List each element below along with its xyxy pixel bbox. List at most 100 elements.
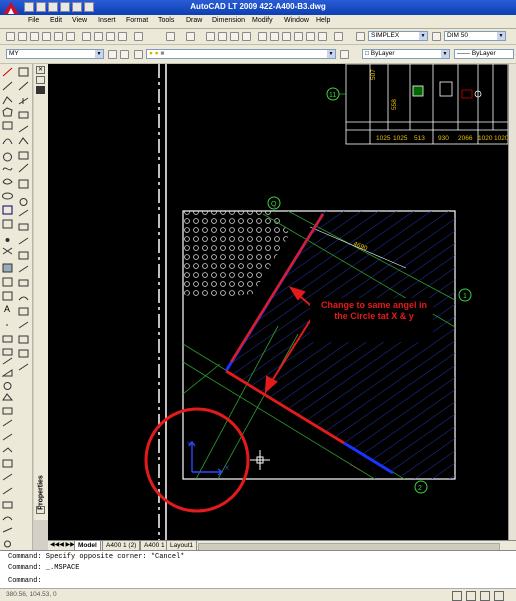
pan-icon[interactable] bbox=[206, 32, 215, 41]
copy-icon[interactable] bbox=[94, 32, 103, 41]
ucs-y-label: Y bbox=[187, 442, 191, 448]
standard-toolbar: SIMPLEX ▼ DIM 50 ▼ bbox=[0, 29, 516, 45]
grid-label-1: 1 bbox=[463, 293, 467, 300]
chevron-down-icon: ▼ bbox=[497, 32, 505, 40]
workspace-select[interactable]: MY ▼ bbox=[6, 49, 104, 59]
modify-tools-icons[interactable] bbox=[16, 64, 31, 600]
properties-palette[interactable]: ✕ Properties bbox=[34, 64, 49, 520]
block-editor-icon[interactable] bbox=[134, 32, 143, 41]
undo-icon[interactable] bbox=[166, 32, 175, 41]
preview-icon[interactable] bbox=[54, 32, 63, 41]
text-style-value: SIMPLEX bbox=[371, 32, 400, 39]
vertical-scrollbar[interactable] bbox=[508, 64, 516, 540]
cut-icon[interactable] bbox=[82, 32, 91, 41]
color-select[interactable]: □ ByLayer ▼ bbox=[362, 49, 450, 59]
ucs-x-label: X bbox=[225, 466, 229, 472]
status-bar: 380.56, 104.53, 0 bbox=[0, 588, 516, 601]
make-layer-current-icon[interactable] bbox=[340, 50, 349, 59]
dotted-region bbox=[183, 211, 290, 299]
menu-modify[interactable]: Modify bbox=[252, 17, 273, 24]
linetype-select[interactable]: —— ByLayer bbox=[454, 49, 514, 59]
paste-icon[interactable] bbox=[106, 32, 115, 41]
palette-options-icon[interactable] bbox=[36, 506, 45, 514]
draw-tools-icons[interactable]: A bbox=[0, 64, 15, 600]
grid-label-2: 2 bbox=[418, 485, 422, 492]
menu-edit[interactable]: Edit bbox=[50, 17, 62, 24]
chevron-down-icon: ▼ bbox=[419, 32, 427, 40]
menu-file[interactable]: File bbox=[28, 17, 39, 24]
ucs-icon bbox=[188, 440, 224, 476]
menu-help[interactable]: Help bbox=[316, 17, 330, 24]
dim-1020b: 1020 bbox=[494, 135, 508, 142]
command-history-line: Command: Specify opposite corner: *Cance… bbox=[8, 553, 185, 561]
calculator-icon[interactable] bbox=[318, 32, 327, 41]
lightbulb-icon: ● bbox=[149, 50, 153, 57]
design-center-icon[interactable] bbox=[270, 32, 279, 41]
publish-icon[interactable] bbox=[66, 32, 75, 41]
menu-view[interactable]: View bbox=[72, 17, 87, 24]
palette-menu-icon[interactable] bbox=[36, 86, 45, 94]
dim-930: 930 bbox=[438, 135, 449, 142]
coordinates-readout: 380.56, 104.53, 0 bbox=[6, 591, 57, 598]
markup-icon[interactable] bbox=[306, 32, 315, 41]
svg-text:~~~: ~~~ bbox=[347, 462, 361, 474]
grid-label-11: 11 bbox=[329, 92, 336, 99]
workspace-value: MY bbox=[9, 50, 19, 57]
linetype-sample-icon: —— bbox=[457, 50, 472, 57]
annotation-text: Change to same angel in the Circle tat X… bbox=[320, 300, 428, 321]
text-style-select[interactable]: SIMPLEX ▼ bbox=[368, 31, 428, 41]
dim-style-icon[interactable] bbox=[432, 32, 441, 41]
close-icon[interactable]: ✕ bbox=[36, 66, 45, 74]
sun-icon: ● bbox=[154, 50, 159, 57]
layer-select[interactable]: ● ● ■ ▼ bbox=[146, 49, 336, 59]
dim-style-select[interactable]: DIM 50 ▼ bbox=[444, 31, 506, 41]
new-icon[interactable] bbox=[6, 32, 15, 41]
print-icon[interactable] bbox=[42, 32, 51, 41]
menu-bar: File Edit View Insert Format Tools Draw … bbox=[0, 15, 516, 29]
menu-window[interactable]: Window bbox=[284, 17, 309, 24]
chevron-down-icon: ▼ bbox=[95, 50, 103, 58]
grid-label-q: Q bbox=[271, 201, 277, 208]
drawing-svg[interactable]: 1025 1025 513 930 2066 1020 1020 507 558… bbox=[48, 63, 509, 540]
dim-2066: 2066 bbox=[458, 135, 473, 142]
drawing-area[interactable]: 1025 1025 513 930 2066 1020 1020 507 558… bbox=[48, 63, 509, 540]
menu-dimension[interactable]: Dimension bbox=[212, 17, 245, 24]
text-style-icon[interactable] bbox=[356, 32, 365, 41]
match-properties-icon[interactable] bbox=[118, 32, 127, 41]
save-icon[interactable] bbox=[30, 32, 39, 41]
menu-tools[interactable]: Tools bbox=[158, 17, 174, 24]
modify-toolbar bbox=[15, 64, 33, 600]
zoom-window-icon[interactable] bbox=[230, 32, 239, 41]
dim-style-value: DIM 50 bbox=[447, 32, 468, 39]
help-icon[interactable] bbox=[334, 32, 343, 41]
layer-properties-icon[interactable] bbox=[120, 50, 129, 59]
window-title: AutoCAD LT 2009 422-A400-B3.dwg bbox=[190, 2, 326, 11]
open-icon[interactable] bbox=[18, 32, 27, 41]
menu-insert[interactable]: Insert bbox=[98, 17, 116, 24]
properties-icon[interactable] bbox=[258, 32, 267, 41]
autohide-icon[interactable] bbox=[36, 76, 45, 84]
chevron-down-icon: ▼ bbox=[327, 50, 335, 58]
properties-label: Properties bbox=[37, 475, 45, 510]
title-bar: AutoCAD LT 2009 422-A400-B3.dwg bbox=[0, 0, 516, 15]
crosshair-cursor bbox=[250, 450, 270, 470]
dim-513: 513 bbox=[414, 135, 425, 142]
plan-dimensions: 1025 1025 513 930 2066 1020 1020 507 558 bbox=[370, 69, 509, 142]
tool-palettes-icon[interactable] bbox=[282, 32, 291, 41]
lock-icon: ■ bbox=[160, 50, 165, 57]
command-window[interactable]: Command: Specify opposite corner: *Cance… bbox=[0, 550, 516, 589]
command-prompt[interactable]: Command: bbox=[8, 577, 42, 585]
workspace-settings-icon[interactable] bbox=[108, 50, 117, 59]
ucs-highlight-circle bbox=[144, 407, 250, 513]
sheet-set-icon[interactable] bbox=[294, 32, 303, 41]
layer-states-icon[interactable] bbox=[134, 50, 143, 59]
menu-draw[interactable]: Draw bbox=[186, 17, 202, 24]
color-value: ByLayer bbox=[370, 50, 395, 57]
redo-icon[interactable] bbox=[186, 32, 195, 41]
draw-toolbar: A bbox=[0, 64, 16, 600]
zoom-realtime-icon[interactable] bbox=[218, 32, 227, 41]
svg-text:A: A bbox=[4, 304, 10, 314]
menu-format[interactable]: Format bbox=[126, 17, 148, 24]
zoom-previous-icon[interactable] bbox=[242, 32, 251, 41]
layers-toolbar: MY ▼ ● ● ■ ▼ □ ByLayer ▼ —— ByLayer bbox=[0, 45, 516, 64]
